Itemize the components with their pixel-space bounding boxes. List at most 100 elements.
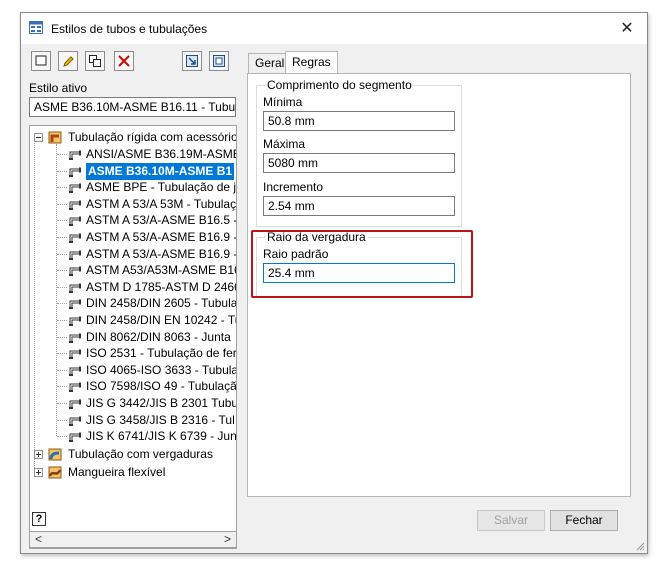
window-title: Estilos de tubos e tubulações <box>51 22 208 36</box>
delete-style-button[interactable] <box>114 51 134 71</box>
pipe-style-icon <box>69 167 81 177</box>
tree-item-label: ASME BPE - Tubulação de jo <box>86 180 237 195</box>
pipe-style-icon <box>69 266 81 277</box>
tree-item[interactable]: ASME B36.10M-ASME B1 <box>30 162 236 180</box>
style-tree[interactable]: Tubulação rígida com acessórios ANSI/ASM… <box>29 125 237 549</box>
active-style-dropdown[interactable]: ASME B36.10M-ASME B16.11 - Tubulaç <box>29 97 236 117</box>
collapse-icon[interactable] <box>34 133 43 142</box>
close-button[interactable]: Fechar <box>550 510 618 531</box>
tree-item-label: ASTM A53/A53M-ASME B16. <box>86 263 237 278</box>
tree-item-label: ASTM A 53/A-ASME B16.5 - <box>86 213 237 228</box>
import-button[interactable] <box>182 51 202 71</box>
export-icon <box>213 55 225 67</box>
tree-item-label: JIS K 6741/JIS K 6739 - Junt <box>86 429 237 444</box>
resize-grip-icon[interactable] <box>635 541 645 551</box>
pipe-style-icon <box>69 150 81 160</box>
tree-root-label: Tubulação com vergaduras <box>68 447 213 461</box>
segment-length-title: Comprimento do segmento <box>265 78 414 92</box>
tree-item[interactable]: ISO 2531 - Tubulação de fer <box>30 345 236 362</box>
tree-item[interactable]: JIS G 3442/JIS B 2301 Tubu <box>30 395 236 412</box>
pipe-style-icon <box>69 299 81 310</box>
tree-item-label: JIS G 3442/JIS B 2301 Tubu <box>86 396 237 410</box>
pipe-style-icon <box>69 382 81 393</box>
expand-icon[interactable] <box>34 468 43 477</box>
tree-root-bends[interactable]: Tubulação com vergaduras <box>30 446 236 463</box>
highlight-annotation <box>251 230 473 298</box>
import-icon <box>186 55 198 67</box>
tree-item-label: JIS G 3458/JIS B 2316 - Tul <box>86 412 235 427</box>
pipe-style-icon <box>69 316 81 326</box>
pipe-style-icon <box>69 216 81 227</box>
tree-item-label: ASTM D 1785-ASTM D 2466 <box>86 279 237 294</box>
rigid-pipe-folder-icon <box>48 131 62 144</box>
tree-item-label: ISO 7598/ISO 49 - Tubulaçã <box>86 379 237 394</box>
bent-pipe-folder-icon <box>48 448 62 461</box>
tree-item-label: DIN 2458/DIN 2605 - Tubula <box>86 296 237 311</box>
edit-style-button[interactable] <box>58 51 78 71</box>
tree-item-label: DIN 8062/DIN 8063 - Junta <box>86 329 231 344</box>
close-icon[interactable]: ✕ <box>607 13 647 44</box>
tree-item-label: ISO 4065-ISO 3633 - Tubula <box>86 362 237 377</box>
save-button[interactable]: Salvar <box>477 510 545 531</box>
pipe-style-icon <box>69 416 81 426</box>
active-style-label: Estilo ativo <box>29 81 88 95</box>
horizontal-scrollbar[interactable]: < > <box>30 531 236 548</box>
pipe-style-icon <box>69 399 81 409</box>
styles-dialog: Estilos de tubos e tubulações ✕ Estilo a… <box>20 12 648 554</box>
tree-root-rigid[interactable]: Tubulação rígida com acessórios <box>30 129 236 146</box>
delete-style-icon <box>118 55 130 67</box>
increment-input[interactable]: 2.54 mm <box>263 196 455 216</box>
new-style-icon <box>35 55 47 66</box>
pipe-style-icon <box>69 366 81 376</box>
tree-root-label: Mangueira flexível <box>68 465 166 479</box>
app-icon <box>29 21 43 34</box>
tree-item[interactable]: ASTM D 1785-ASTM D 2466 <box>30 279 236 296</box>
tree-item-label: ISO 2531 - Tubulação de fer <box>86 346 237 361</box>
scroll-right-icon[interactable]: > <box>224 532 231 547</box>
title-bar: Estilos de tubos e tubulações ✕ <box>21 13 647 44</box>
tree-item-label: ANSI/ASME B36.19M-ASME E <box>86 147 237 161</box>
tree-item[interactable]: JIS K 6741/JIS K 6739 - Junt <box>30 428 236 445</box>
max-length-input[interactable]: 5080 mm <box>263 153 455 173</box>
tree-item[interactable]: ISO 4065-ISO 3633 - Tubula <box>30 362 236 379</box>
tree-item-label: DIN 2458/DIN EN 10242 - Tu <box>86 313 237 327</box>
pipe-style-icon <box>69 233 81 243</box>
tree-root-hose[interactable]: Mangueira flexível <box>30 464 236 481</box>
tree-item-label: ASTM A 53/A-ASME B16.9 - <box>86 246 237 261</box>
export-button[interactable] <box>209 51 229 71</box>
pipe-style-icon <box>69 349 81 360</box>
tree-item-label: ASTM A 53/A-ASME B16.9 - <box>86 230 237 244</box>
tree-item[interactable]: ISO 7598/ISO 49 - Tubulaçã <box>30 378 236 395</box>
tree-item[interactable]: ASTM A 53/A-ASME B16.9 - <box>30 229 236 246</box>
tree-item[interactable]: ASME BPE - Tubulação de jo <box>30 179 236 196</box>
tree-item[interactable]: DIN 2458/DIN EN 10242 - Tu <box>30 312 236 329</box>
tree-item[interactable]: DIN 2458/DIN 2605 - Tubula <box>30 295 236 312</box>
tree-root-label: Tubulação rígida com acessórios <box>68 130 237 144</box>
pipe-style-icon <box>69 432 81 443</box>
tree-item[interactable]: DIN 8062/DIN 8063 - Junta <box>30 329 236 346</box>
min-length-input[interactable]: 50.8 mm <box>263 111 455 131</box>
tree-item[interactable]: ASTM A 53/A-ASME B16.9 - <box>30 246 236 263</box>
min-label: Mínima <box>263 95 303 109</box>
tree-item[interactable]: ANSI/ASME B36.19M-ASME E <box>30 146 236 163</box>
edit-style-icon <box>63 56 74 67</box>
expand-icon[interactable] <box>34 450 43 459</box>
scroll-left-icon[interactable]: < <box>35 532 42 547</box>
increment-label: Incremento <box>263 180 324 194</box>
new-style-button[interactable] <box>31 51 51 71</box>
hose-folder-icon <box>48 466 62 479</box>
pipe-style-icon <box>69 183 81 194</box>
copy-style-button[interactable] <box>85 51 105 71</box>
tree-item[interactable]: JIS G 3458/JIS B 2316 - Tul <box>30 412 236 429</box>
tree-item-label: ASME B36.10M-ASME B1 <box>86 162 235 180</box>
copy-style-icon <box>89 55 101 67</box>
tree-item-label: ASTM A 53/A 53M - Tubulaç <box>86 196 237 211</box>
tree-item[interactable]: ASTM A53/A53M-ASME B16. <box>30 262 236 279</box>
tree-item[interactable]: ASTM A 53/A 53M - Tubulaç <box>30 196 236 213</box>
tab-regras[interactable]: Regras <box>285 51 338 75</box>
pipe-style-icon <box>69 250 81 260</box>
help-button[interactable]: ? <box>32 512 46 526</box>
pipe-style-icon <box>69 200 81 210</box>
max-label: Máxima <box>263 137 306 151</box>
tree-item[interactable]: ASTM A 53/A-ASME B16.5 - <box>30 212 236 229</box>
